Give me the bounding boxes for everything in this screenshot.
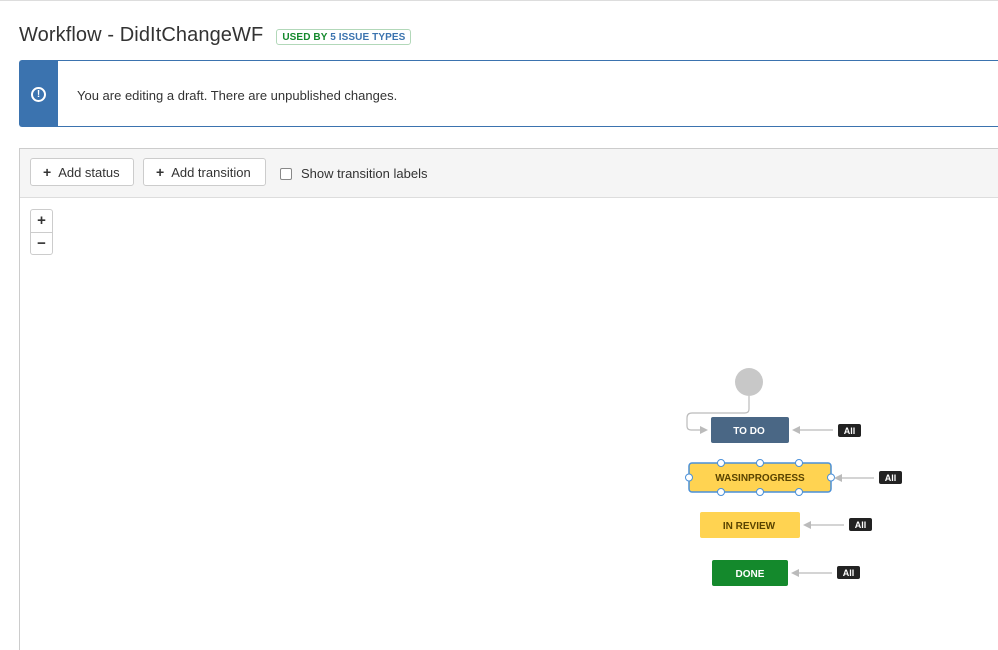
handle-top-left[interactable] [717,459,725,467]
status-todo-label: TO DO [733,426,765,437]
global-transition-in-review[interactable]: All [803,518,872,531]
workflow-canvas[interactable]: TO DO All WASINPROGRESS All IN REVIEW Al… [0,0,998,650]
status-done[interactable]: DONE [712,560,788,586]
global-transition-arrow [834,474,842,482]
global-transition-arrow [792,426,800,434]
handle-right[interactable] [827,473,835,482]
status-wasinprogress-label: WASINPROGRESS [715,473,805,484]
handle-bottom-right[interactable] [795,488,803,496]
status-in-review[interactable]: IN REVIEW [700,512,800,538]
status-wasinprogress[interactable]: WASINPROGRESS [685,459,835,496]
global-transition-arrow [791,569,799,577]
all-badge-label: All [855,520,867,530]
global-transition-done[interactable]: All [791,566,860,579]
all-badge-label: All [843,568,855,578]
global-transition-wasinprogress[interactable]: All [834,471,902,484]
handle-bottom-left[interactable] [717,488,725,496]
status-in-review-label: IN REVIEW [723,521,776,532]
global-transition-arrow [803,521,811,529]
handle-top-right[interactable] [795,459,803,467]
handle-left[interactable] [685,473,693,482]
handle-top-center[interactable] [756,459,764,467]
status-todo[interactable]: TO DO [711,417,789,443]
all-badge-label: All [885,473,897,483]
handle-bottom-center[interactable] [756,488,764,496]
all-badge-label: All [844,426,856,436]
global-transition-todo[interactable]: All [792,424,861,437]
status-done-label: DONE [736,569,765,580]
initial-transition-arrow [700,426,708,434]
initial-node[interactable] [735,368,763,396]
